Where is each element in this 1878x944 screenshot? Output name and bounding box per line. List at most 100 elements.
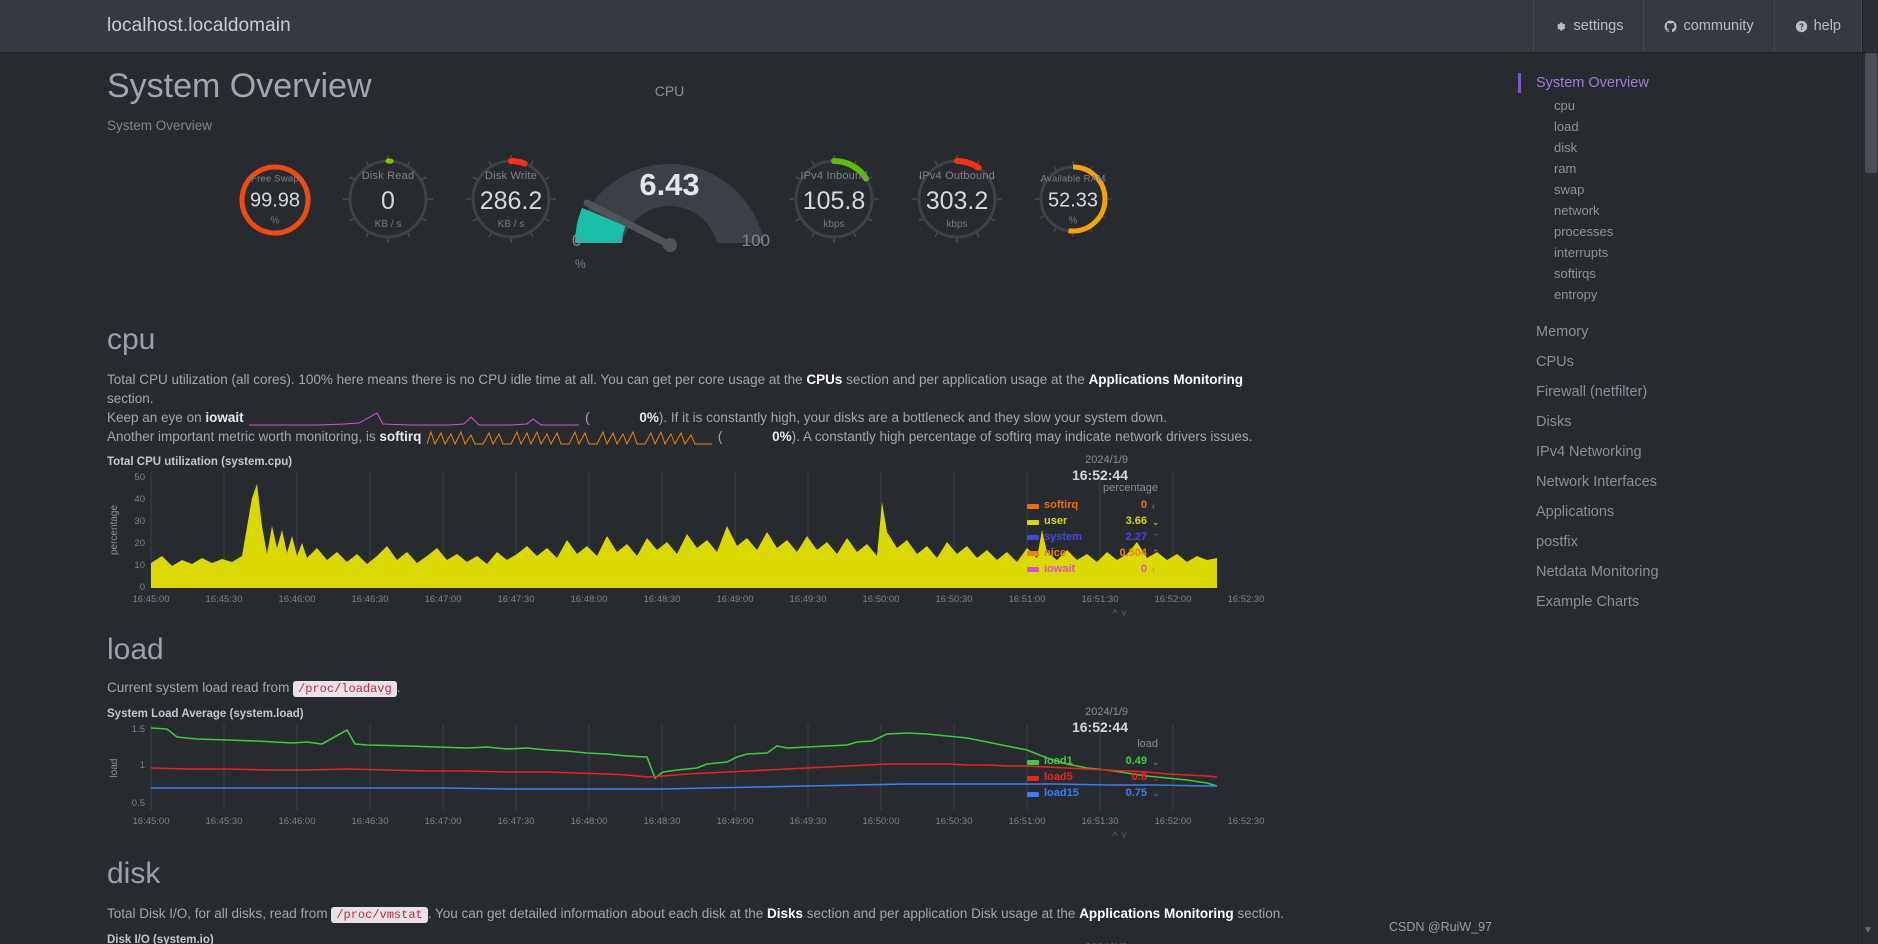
page-scrollbar-thumb[interactable] <box>1865 53 1877 173</box>
load-section-heading: load <box>107 633 164 667</box>
disks-link[interactable]: Disks <box>767 906 803 921</box>
navbar-help-button[interactable]: help <box>1773 0 1862 52</box>
sidebar-item-cpu[interactable]: cpu <box>1518 95 1878 116</box>
load5-swatch-icon <box>1027 775 1039 781</box>
load-yaxis-title: load <box>109 759 120 778</box>
load-chart-resize-handle[interactable]: ^˅ <box>1112 830 1130 842</box>
available-ram-ring-icon <box>1034 160 1112 237</box>
load15-legend-value: 0.75 <box>1125 787 1147 800</box>
load-chart-date: 2024/1/9 <box>1085 706 1128 719</box>
svg-text:16:51:30: 16:51:30 <box>1082 816 1119 827</box>
legend-row-load5[interactable]: load5 0.8 ⌄ <box>1027 770 1160 786</box>
load5-legend-arrow: ⌄ <box>1152 772 1160 783</box>
user-legend-arrow: ⌄ <box>1152 516 1160 527</box>
cpu-gauge-value: 6.43 <box>639 166 700 202</box>
gauge-free-swap[interactable]: Free Swap 99.98 % <box>235 160 315 240</box>
svg-text:16:45:00: 16:45:00 <box>133 816 170 827</box>
gauge-ipv4-outbound[interactable]: IPv4 Outbound 303.2 kbps <box>907 150 1007 250</box>
gauge-cpu-main[interactable]: CPU 6.43 0 100 % <box>567 83 772 271</box>
cpu-section-description: Total CPU utilization (all cores). 100% … <box>107 370 1287 447</box>
sidebar-item-netdata-monitoring[interactable]: Netdata Monitoring <box>1518 557 1878 587</box>
softirq-legend-name: softirq <box>1044 499 1079 512</box>
sidebar-item-disks[interactable]: Disks <box>1518 407 1878 437</box>
applications-monitoring-link[interactable]: Applications Monitoring <box>1089 372 1244 387</box>
disk-write-ring-icon <box>466 154 556 243</box>
page-title: System Overview <box>107 67 372 105</box>
legend-row-iowait[interactable]: iowait 0 ‹ <box>1027 562 1160 578</box>
cpu-ytick-50: 50 <box>134 472 145 483</box>
load15-legend-name: load15 <box>1044 787 1079 800</box>
svg-text:16:47:00: 16:47:00 <box>425 816 462 827</box>
scroll-down-arrow-icon[interactable]: ▼ <box>1863 925 1873 936</box>
disk-chart-block: Disk I/O (system.io) 2024/1/9 <box>107 934 1518 944</box>
load-chart-time: 16:52:44 <box>1071 719 1128 736</box>
user-legend-value: 3.66 <box>1125 515 1147 528</box>
load-chart-timestamp: 2024/1/9 16:52:44 <box>1072 706 1128 736</box>
disk-section-description: Total Disk I/O, for all disks, read from… <box>107 904 1287 924</box>
legend-row-load1[interactable]: load1 0.49 ⌄ <box>1027 754 1160 770</box>
github-icon <box>1665 19 1678 32</box>
cpus-link[interactable]: CPUs <box>806 372 842 387</box>
svg-text:16:48:00: 16:48:00 <box>571 594 608 605</box>
iowait-value: 0% <box>639 409 659 425</box>
load15-legend-arrow: ⌄ <box>1152 788 1160 799</box>
svg-text:16:45:00: 16:45:00 <box>133 594 170 605</box>
sidebar-item-firewall-netfilter[interactable]: Firewall (netfilter) <box>1518 377 1878 407</box>
sidebar-system-overview-label: System Overview <box>1536 75 1649 91</box>
sidebar-item-ipv4-networking[interactable]: IPv4 Networking <box>1518 437 1878 467</box>
svg-text:16:50:30: 16:50:30 <box>936 594 973 605</box>
sidebar-item-disk[interactable]: disk <box>1518 137 1878 158</box>
gauge-available-ram[interactable]: Available RAM 52.33 % <box>1030 157 1116 243</box>
svg-text:16:52:30: 16:52:30 <box>1228 816 1265 827</box>
softirq-sparkline <box>427 430 713 446</box>
sidebar-item-postfix[interactable]: postfix <box>1518 527 1878 557</box>
section-load: load Current system load read from /proc… <box>107 632 1518 842</box>
legend-row-softirq[interactable]: softirq 0 ‹ <box>1027 498 1160 514</box>
sidebar-item-interrupts[interactable]: interrupts <box>1518 242 1878 263</box>
sidebar-item-applications[interactable]: Applications <box>1518 497 1878 527</box>
legend-row-user[interactable]: user 3.66 ⌄ <box>1027 514 1160 530</box>
disk-desc-mid2: section and per application Disk usage a… <box>803 906 1080 922</box>
load1-legend-arrow: ⌄ <box>1152 756 1160 767</box>
load5-legend-name: load5 <box>1044 771 1073 784</box>
disk-read-ring-icon <box>343 154 433 243</box>
softirq-value: 0% <box>772 428 792 444</box>
cpu-ytick-40: 40 <box>134 494 145 505</box>
page-scrollbar[interactable]: ▼ <box>1862 53 1878 944</box>
sidebar-item-softirqs[interactable]: softirqs <box>1518 263 1878 284</box>
svg-text:16:49:30: 16:49:30 <box>790 816 827 827</box>
navbar-community-button[interactable]: community <box>1643 0 1773 52</box>
svg-text:16:47:30: 16:47:30 <box>498 594 535 605</box>
sidebar-item-system-overview[interactable]: System Overview <box>1518 71 1878 95</box>
sidebar-item-processes[interactable]: processes <box>1518 221 1878 242</box>
legend-row-load15[interactable]: load15 0.75 ⌄ <box>1027 786 1160 802</box>
sidebar-item-entropy[interactable]: entropy <box>1518 284 1878 305</box>
legend-row-system[interactable]: system 2.27 ⌃ <box>1027 530 1160 546</box>
disk-applications-monitoring-link[interactable]: Applications Monitoring <box>1079 906 1234 921</box>
gauge-disk-read[interactable]: Disk Read 0 KB / s <box>338 150 438 250</box>
gauge-ipv4-inbound[interactable]: IPv4 Inbound 105.8 kbps <box>784 150 884 250</box>
softirq-legend-arrow: ‹ <box>1152 500 1155 511</box>
sidebar-item-swap[interactable]: swap <box>1518 179 1878 200</box>
navbar-brand[interactable]: localhost.localdomain <box>0 0 291 52</box>
svg-text:16:51:30: 16:51:30 <box>1082 594 1119 605</box>
load-ytick-1: 1 <box>140 760 145 771</box>
legend-row-nice[interactable]: nice 0.504 ⌃ <box>1027 546 1160 562</box>
cpu-chart-resize-handle[interactable]: ^˅ <box>1112 608 1130 620</box>
navbar-actions: settings community help <box>1533 0 1862 52</box>
sidebar-item-network-interfaces[interactable]: Network Interfaces <box>1518 467 1878 497</box>
sidebar-item-load[interactable]: load <box>1518 116 1878 137</box>
question-circle-icon <box>1795 20 1807 32</box>
sidebar-item-memory[interactable]: Memory <box>1518 317 1878 347</box>
navbar-settings-button[interactable]: settings <box>1533 0 1643 52</box>
load-ytick-05: 0.5 <box>132 798 145 809</box>
cpu-desc-line2: Keep an eye on iowait ( 0%). If it is co… <box>107 408 1287 427</box>
sidebar-item-ram[interactable]: ram <box>1518 158 1878 179</box>
sidebar-item-cpus[interactable]: CPUs <box>1518 347 1878 377</box>
svg-text:16:49:30: 16:49:30 <box>790 594 827 605</box>
sidebar-item-network[interactable]: network <box>1518 200 1878 221</box>
load-desc-post: . <box>396 680 401 696</box>
navbar-settings-label: settings <box>1573 18 1624 34</box>
sidebar-item-example-charts[interactable]: Example Charts <box>1518 587 1878 617</box>
gauge-disk-write[interactable]: Disk Write 286.2 KB / s <box>461 150 561 250</box>
